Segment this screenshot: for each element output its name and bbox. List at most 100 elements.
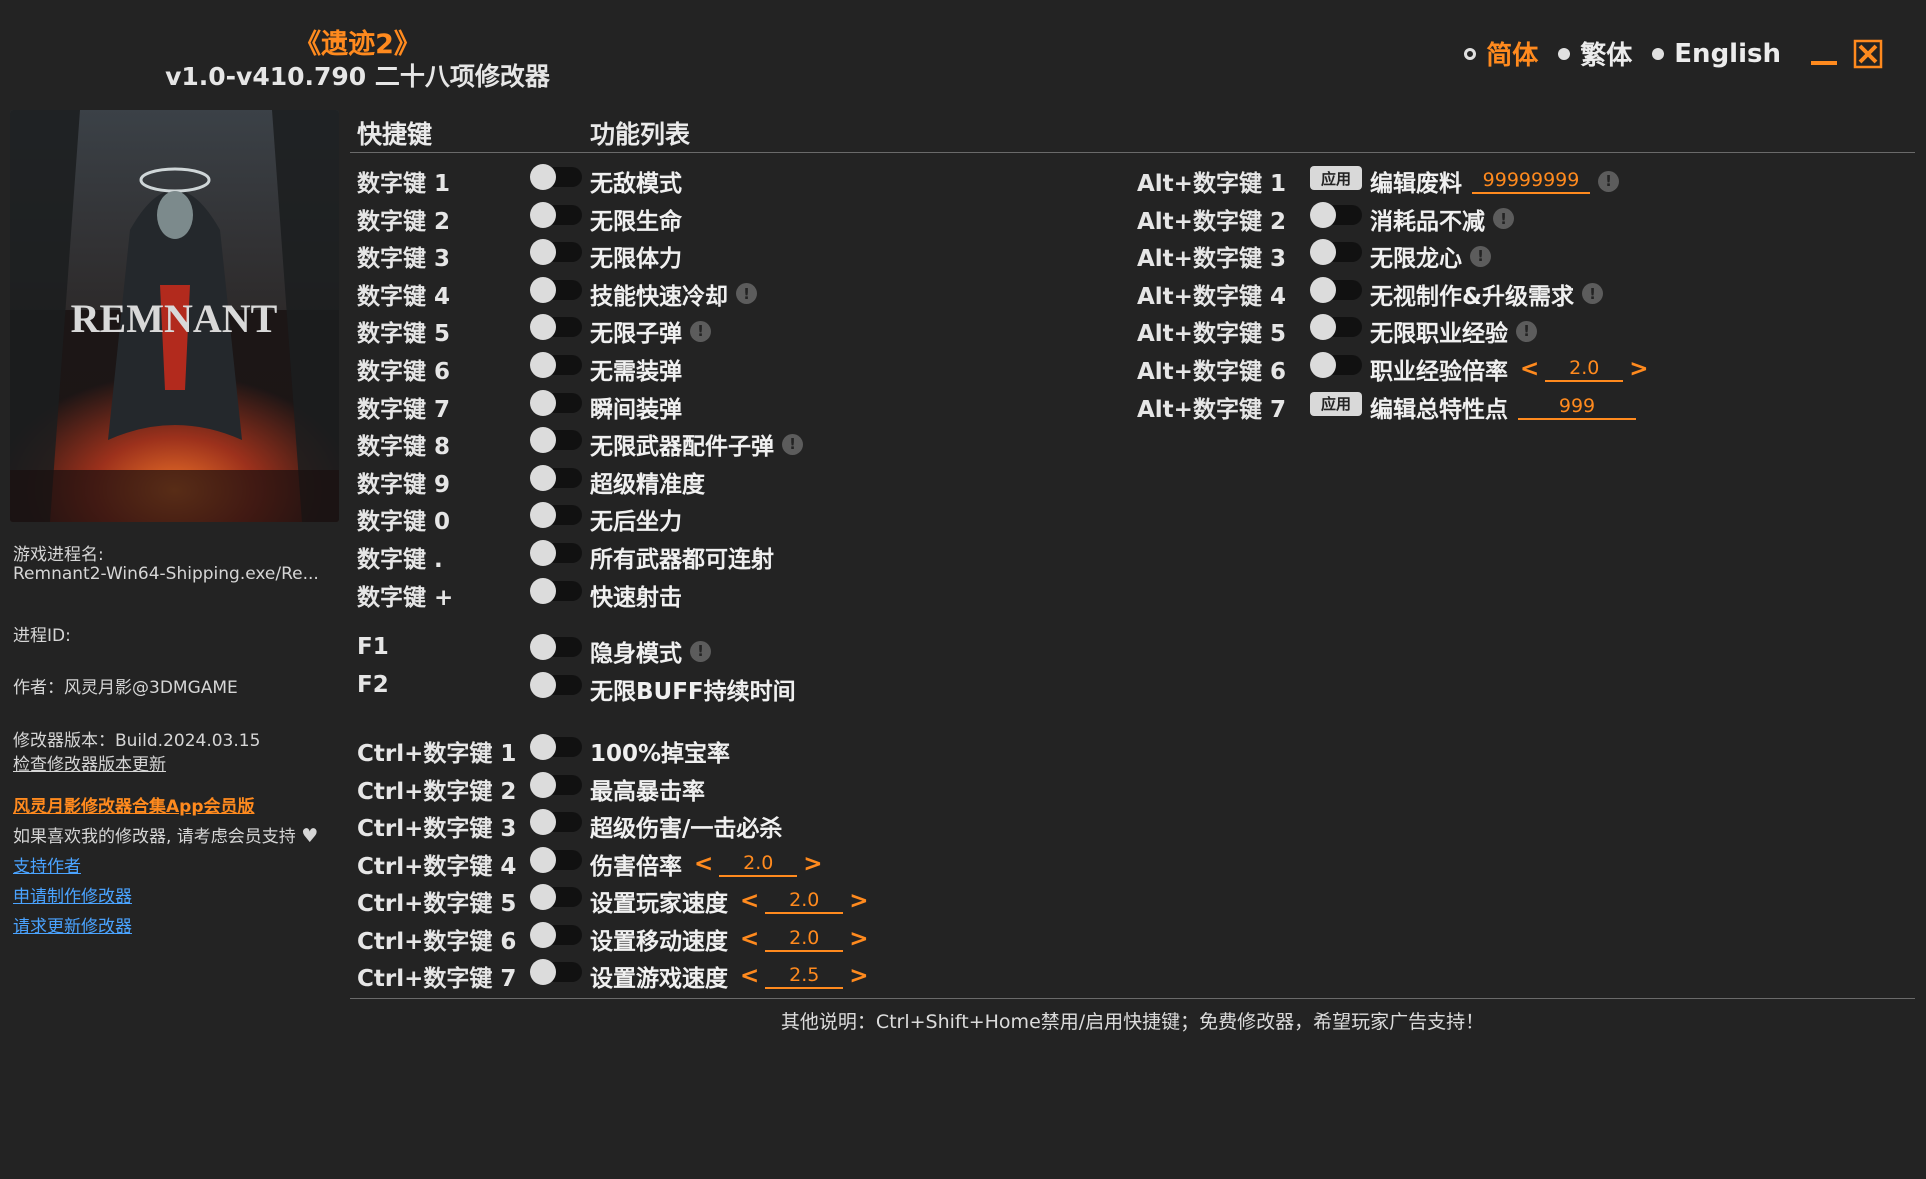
- value-field[interactable]: 2.0: [765, 888, 844, 914]
- feature-toggle[interactable]: [530, 164, 582, 190]
- minimize-icon[interactable]: [1809, 39, 1839, 69]
- toggle-knob: [530, 201, 556, 228]
- toggle-knob: [530, 239, 556, 266]
- feature-toggle[interactable]: [530, 540, 582, 566]
- process-name-label: 游戏进程名:: [13, 545, 104, 565]
- vip-app-link[interactable]: 风灵月影修改器合集App会员版: [13, 792, 255, 817]
- hotkey-label: 数字键 4: [357, 283, 451, 310]
- value-field[interactable]: 2.0: [1545, 356, 1624, 382]
- info-icon[interactable]: !: [1516, 320, 1537, 342]
- feature-toggle[interactable]: [1310, 239, 1362, 266]
- close-icon[interactable]: [1853, 39, 1883, 69]
- hotkey-row: 数字键 3 无限体力: [357, 235, 1057, 272]
- increase-arrow[interactable]: >: [849, 926, 868, 952]
- hotkey-row: Alt+数字键 6 职业经验倍率 <2.0 >: [1137, 348, 1837, 385]
- feature-name: 职业经验倍率: [1370, 359, 1508, 385]
- function-column-header: 功能列表: [590, 120, 691, 149]
- request-update-link[interactable]: 请求更新修改器: [13, 912, 132, 937]
- radio-icon: [1652, 47, 1665, 60]
- feature-label: 编辑总特性点 999: [1370, 390, 1636, 424]
- lang-simplified[interactable]: 简体: [1464, 35, 1538, 72]
- feature-toggle[interactable]: [530, 809, 582, 835]
- feature-toggle[interactable]: [530, 502, 582, 529]
- header-divider: [350, 152, 1915, 153]
- feature-toggle[interactable]: [530, 239, 582, 266]
- request-trainer-link[interactable]: 申请制作修改器: [13, 882, 132, 907]
- hotkey-row: Ctrl+数字键 4 伤害倍率 <2.0 >: [357, 843, 1057, 881]
- check-update-link[interactable]: 检查修改器版本更新: [13, 750, 166, 775]
- feature-label: 隐身模式!: [590, 634, 711, 668]
- info-icon[interactable]: !: [1470, 245, 1491, 267]
- lang-traditional[interactable]: 繁体: [1558, 35, 1632, 72]
- feature-toggle[interactable]: [530, 634, 582, 660]
- apply-button[interactable]: 应用: [1310, 391, 1362, 416]
- feature-toggle[interactable]: [530, 464, 582, 491]
- hotkey-label: Ctrl+数字键 5: [357, 891, 517, 917]
- support-text-row: 如果喜欢我的修改器, 请考虑会员支持 ♥: [13, 822, 318, 847]
- decrease-arrow[interactable]: <: [694, 851, 713, 877]
- toggle-knob: [530, 276, 556, 303]
- decrease-arrow[interactable]: <: [740, 926, 759, 952]
- hotkey-label: Ctrl+数字键 2: [357, 778, 517, 805]
- info-icon[interactable]: !: [690, 640, 711, 662]
- feature-label: 无限子弹!: [590, 314, 711, 348]
- feature-toggle[interactable]: [530, 771, 582, 798]
- value-field[interactable]: 2.0: [719, 851, 798, 877]
- feature-toggle[interactable]: [530, 389, 582, 416]
- toggle-knob: [530, 771, 556, 798]
- hotkey-row: Alt+数字键 3 无限龙心!: [1137, 235, 1837, 272]
- hotkey-row: Ctrl+数字键 7 设置游戏速度 <2.5 >: [357, 955, 1057, 992]
- feature-toggle[interactable]: [530, 276, 582, 303]
- increase-arrow[interactable]: >: [1629, 356, 1648, 382]
- hotkey-row: Ctrl+数字键 3 超级伤害/一击必杀: [357, 805, 1057, 842]
- increase-arrow[interactable]: >: [849, 888, 868, 914]
- feature-toggle[interactable]: [530, 846, 582, 873]
- value-field[interactable]: 999: [1518, 394, 1636, 420]
- feature-toggle[interactable]: [530, 314, 582, 341]
- decrease-arrow[interactable]: <: [740, 888, 759, 914]
- feature-toggle[interactable]: [1310, 314, 1362, 341]
- lang-english[interactable]: English: [1652, 39, 1781, 69]
- apply-button[interactable]: 应用: [1310, 166, 1362, 190]
- feature-toggle[interactable]: [530, 884, 582, 910]
- decrease-arrow[interactable]: <: [740, 963, 759, 989]
- feature-toggle[interactable]: [530, 352, 582, 378]
- feature-name: 瞬间装弹: [590, 396, 682, 423]
- feature-toggle[interactable]: [1310, 276, 1362, 303]
- hotkey-row: Ctrl+数字键 1 100%掉宝率: [357, 730, 1057, 768]
- feature-label: 编辑废料 99999999!: [1370, 164, 1619, 198]
- feature-label: 消耗品不减!: [1370, 202, 1514, 236]
- feature-toggle[interactable]: [530, 959, 582, 985]
- info-icon[interactable]: !: [690, 320, 711, 342]
- footer-note: 其他说明：Ctrl+Shift+Home禁用/启用快捷键；免费修改器，希望玩家广…: [780, 1011, 1485, 1033]
- feature-toggle[interactable]: [530, 427, 582, 454]
- info-icon[interactable]: !: [1582, 283, 1604, 305]
- toggle-knob: [1310, 201, 1336, 228]
- increase-arrow[interactable]: >: [803, 851, 822, 877]
- support-author-link[interactable]: 支持作者: [13, 852, 81, 877]
- feature-name: 无限职业经验: [1370, 321, 1508, 348]
- decrease-arrow[interactable]: <: [1520, 356, 1539, 382]
- feature-toggle[interactable]: [530, 201, 582, 228]
- feature-toggle[interactable]: [530, 921, 582, 948]
- increase-arrow[interactable]: >: [849, 963, 868, 989]
- feature-label: 伤害倍率 <2.0 >: [590, 847, 829, 881]
- feature-toggle[interactable]: [530, 577, 582, 604]
- info-icon[interactable]: !: [782, 433, 803, 455]
- value-field[interactable]: 99999999: [1472, 168, 1590, 194]
- info-icon[interactable]: !: [1493, 208, 1514, 230]
- feature-toggle[interactable]: [1310, 201, 1362, 228]
- info-icon[interactable]: !: [1598, 170, 1619, 192]
- game-title: 《遗迹2》: [294, 29, 421, 60]
- feature-label: 100%掉宝率: [590, 734, 730, 768]
- cover-logo-text: REMNANT: [71, 296, 278, 341]
- feature-toggle[interactable]: [530, 672, 582, 698]
- feature-name: 编辑总特性点: [1370, 396, 1508, 423]
- toggle-knob: [530, 164, 556, 190]
- value-field[interactable]: 2.0: [765, 926, 844, 952]
- hotkey-label: F1: [357, 634, 389, 660]
- value-field[interactable]: 2.5: [765, 963, 844, 989]
- feature-toggle[interactable]: [1310, 352, 1362, 378]
- info-icon[interactable]: !: [736, 283, 757, 305]
- feature-toggle[interactable]: [530, 734, 582, 760]
